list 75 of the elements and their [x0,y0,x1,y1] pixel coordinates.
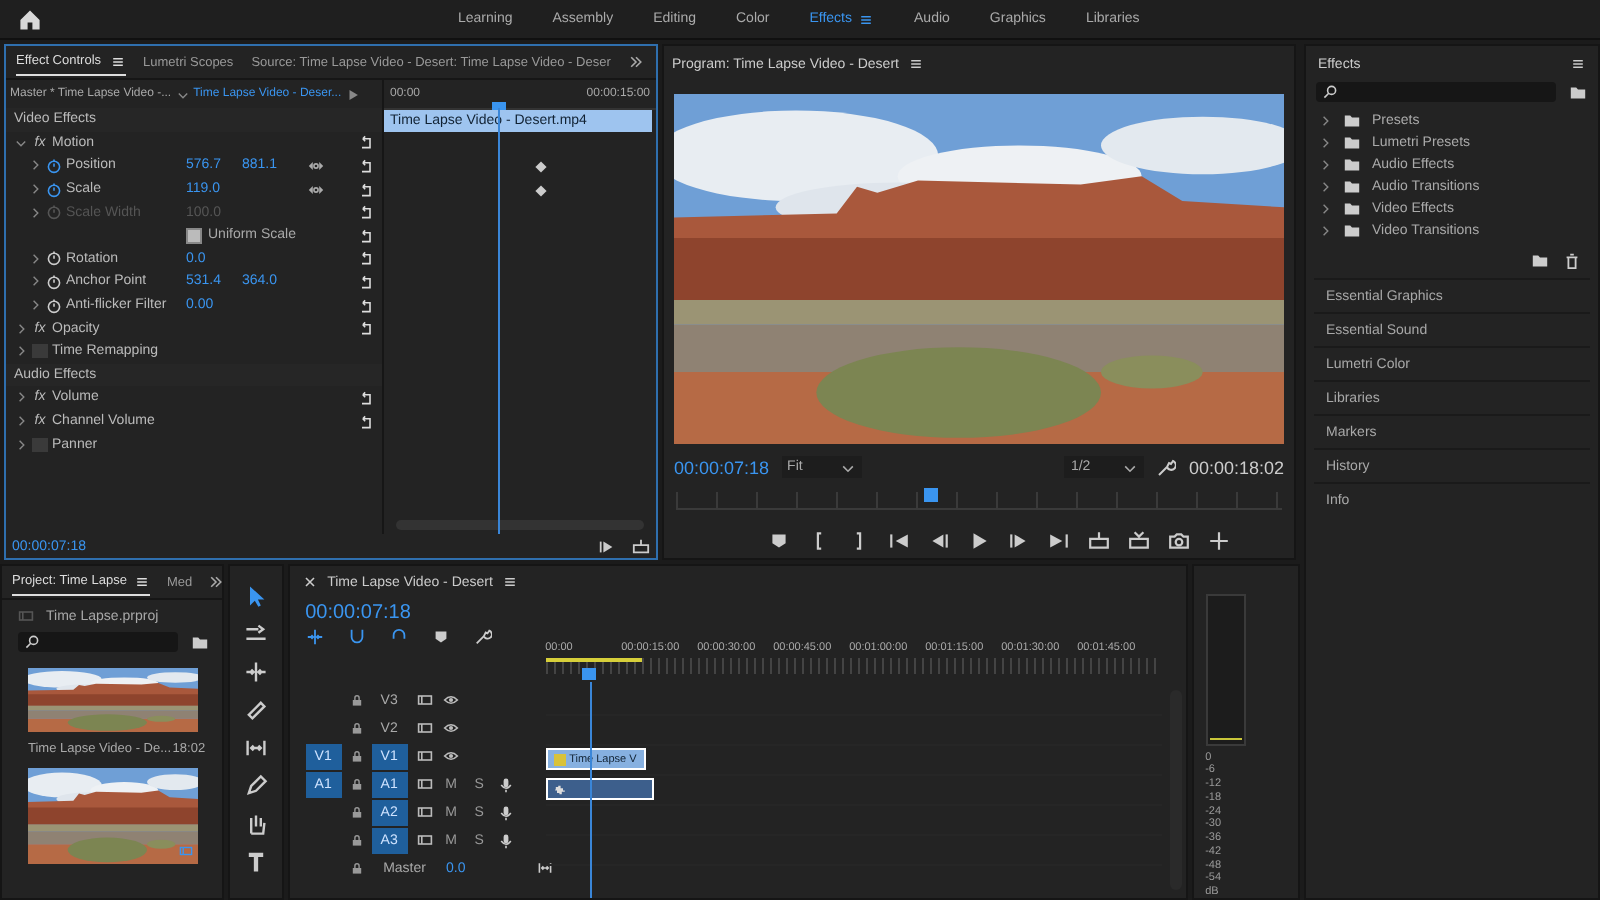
reset-icon [358,134,374,151]
playhead-handle[interactable] [582,668,597,680]
reset-icon [358,297,374,314]
go-to-out-icon[interactable] [1048,530,1070,552]
close-icon [301,574,318,590]
reset-icon [358,227,374,244]
microphone-icon [497,775,514,793]
menu-icon [134,573,151,589]
trash-icon [1562,252,1582,270]
microphone-icon [497,803,514,821]
pen-tool-icon[interactable] [243,774,268,798]
ripple-edit-tool-icon[interactable] [243,660,268,684]
reset-icon [358,204,374,221]
menu-icon [858,11,875,27]
play-icon [345,87,360,101]
plus-icon[interactable] [1208,530,1230,552]
overflow-icon [208,574,222,590]
sequence-icon [178,844,194,858]
lock-icon [349,804,364,820]
folder-icon [1568,83,1588,101]
reset-icon [358,157,374,174]
menu-icon [1570,56,1586,72]
lock-icon [349,776,364,792]
menu-icon [109,53,126,69]
marker-icon [431,628,450,646]
lock-icon [349,720,364,736]
type-tool-icon[interactable] [243,850,268,874]
playhead[interactable] [924,488,939,502]
audio-clip[interactable] [545,778,654,800]
reset-icon [358,181,374,198]
wrench-icon [473,628,492,646]
step-forward-icon[interactable] [1008,530,1030,552]
timecode[interactable]: 00:00:07:18 [305,598,546,624]
camera-icon[interactable] [1168,530,1190,552]
menu-icon [502,574,519,590]
step-back-icon[interactable] [928,530,950,552]
lock-icon [349,860,364,876]
new-bin-icon [189,633,210,651]
eye-icon [441,748,460,764]
razor-tool-icon[interactable] [243,698,268,722]
reset-icon [358,250,374,267]
microphone-icon [497,831,514,849]
go-to-in-icon[interactable] [888,530,910,552]
lock-icon [349,832,364,848]
menu-icon [908,56,925,72]
reset-icon [358,273,374,290]
duration: 00:00:18:02 [1188,457,1284,477]
reset-icon [358,389,374,406]
search-field[interactable] [1316,82,1556,102]
checkbox[interactable] [186,227,202,244]
lock-icon [349,692,364,708]
folder-icon [1530,252,1550,270]
insert-icon[interactable] [1088,530,1110,552]
search-field[interactable] [18,632,178,652]
caret-icon [175,87,190,101]
fx-badge-icon [553,753,566,765]
overwrite-icon[interactable] [1128,530,1150,552]
home-icon [18,7,42,31]
marker-icon[interactable] [768,530,790,552]
search-icon [24,634,40,650]
wrench-icon [1156,457,1177,477]
scroll-bar[interactable] [396,519,644,529]
track-select-tool-icon[interactable] [243,622,268,646]
lock-icon [349,748,364,764]
reset-icon [358,320,374,337]
snap-icon [347,628,366,646]
timecode[interactable]: 00:00:07:18 [674,457,770,477]
play-icon[interactable] [968,530,990,552]
play-to-icon [598,537,616,555]
search-icon [1322,84,1338,100]
eye-icon [441,720,460,736]
slip-tool-icon[interactable] [243,736,268,760]
overflow-icon [628,54,645,70]
reset-icon [358,413,374,430]
eye-icon [441,692,460,708]
